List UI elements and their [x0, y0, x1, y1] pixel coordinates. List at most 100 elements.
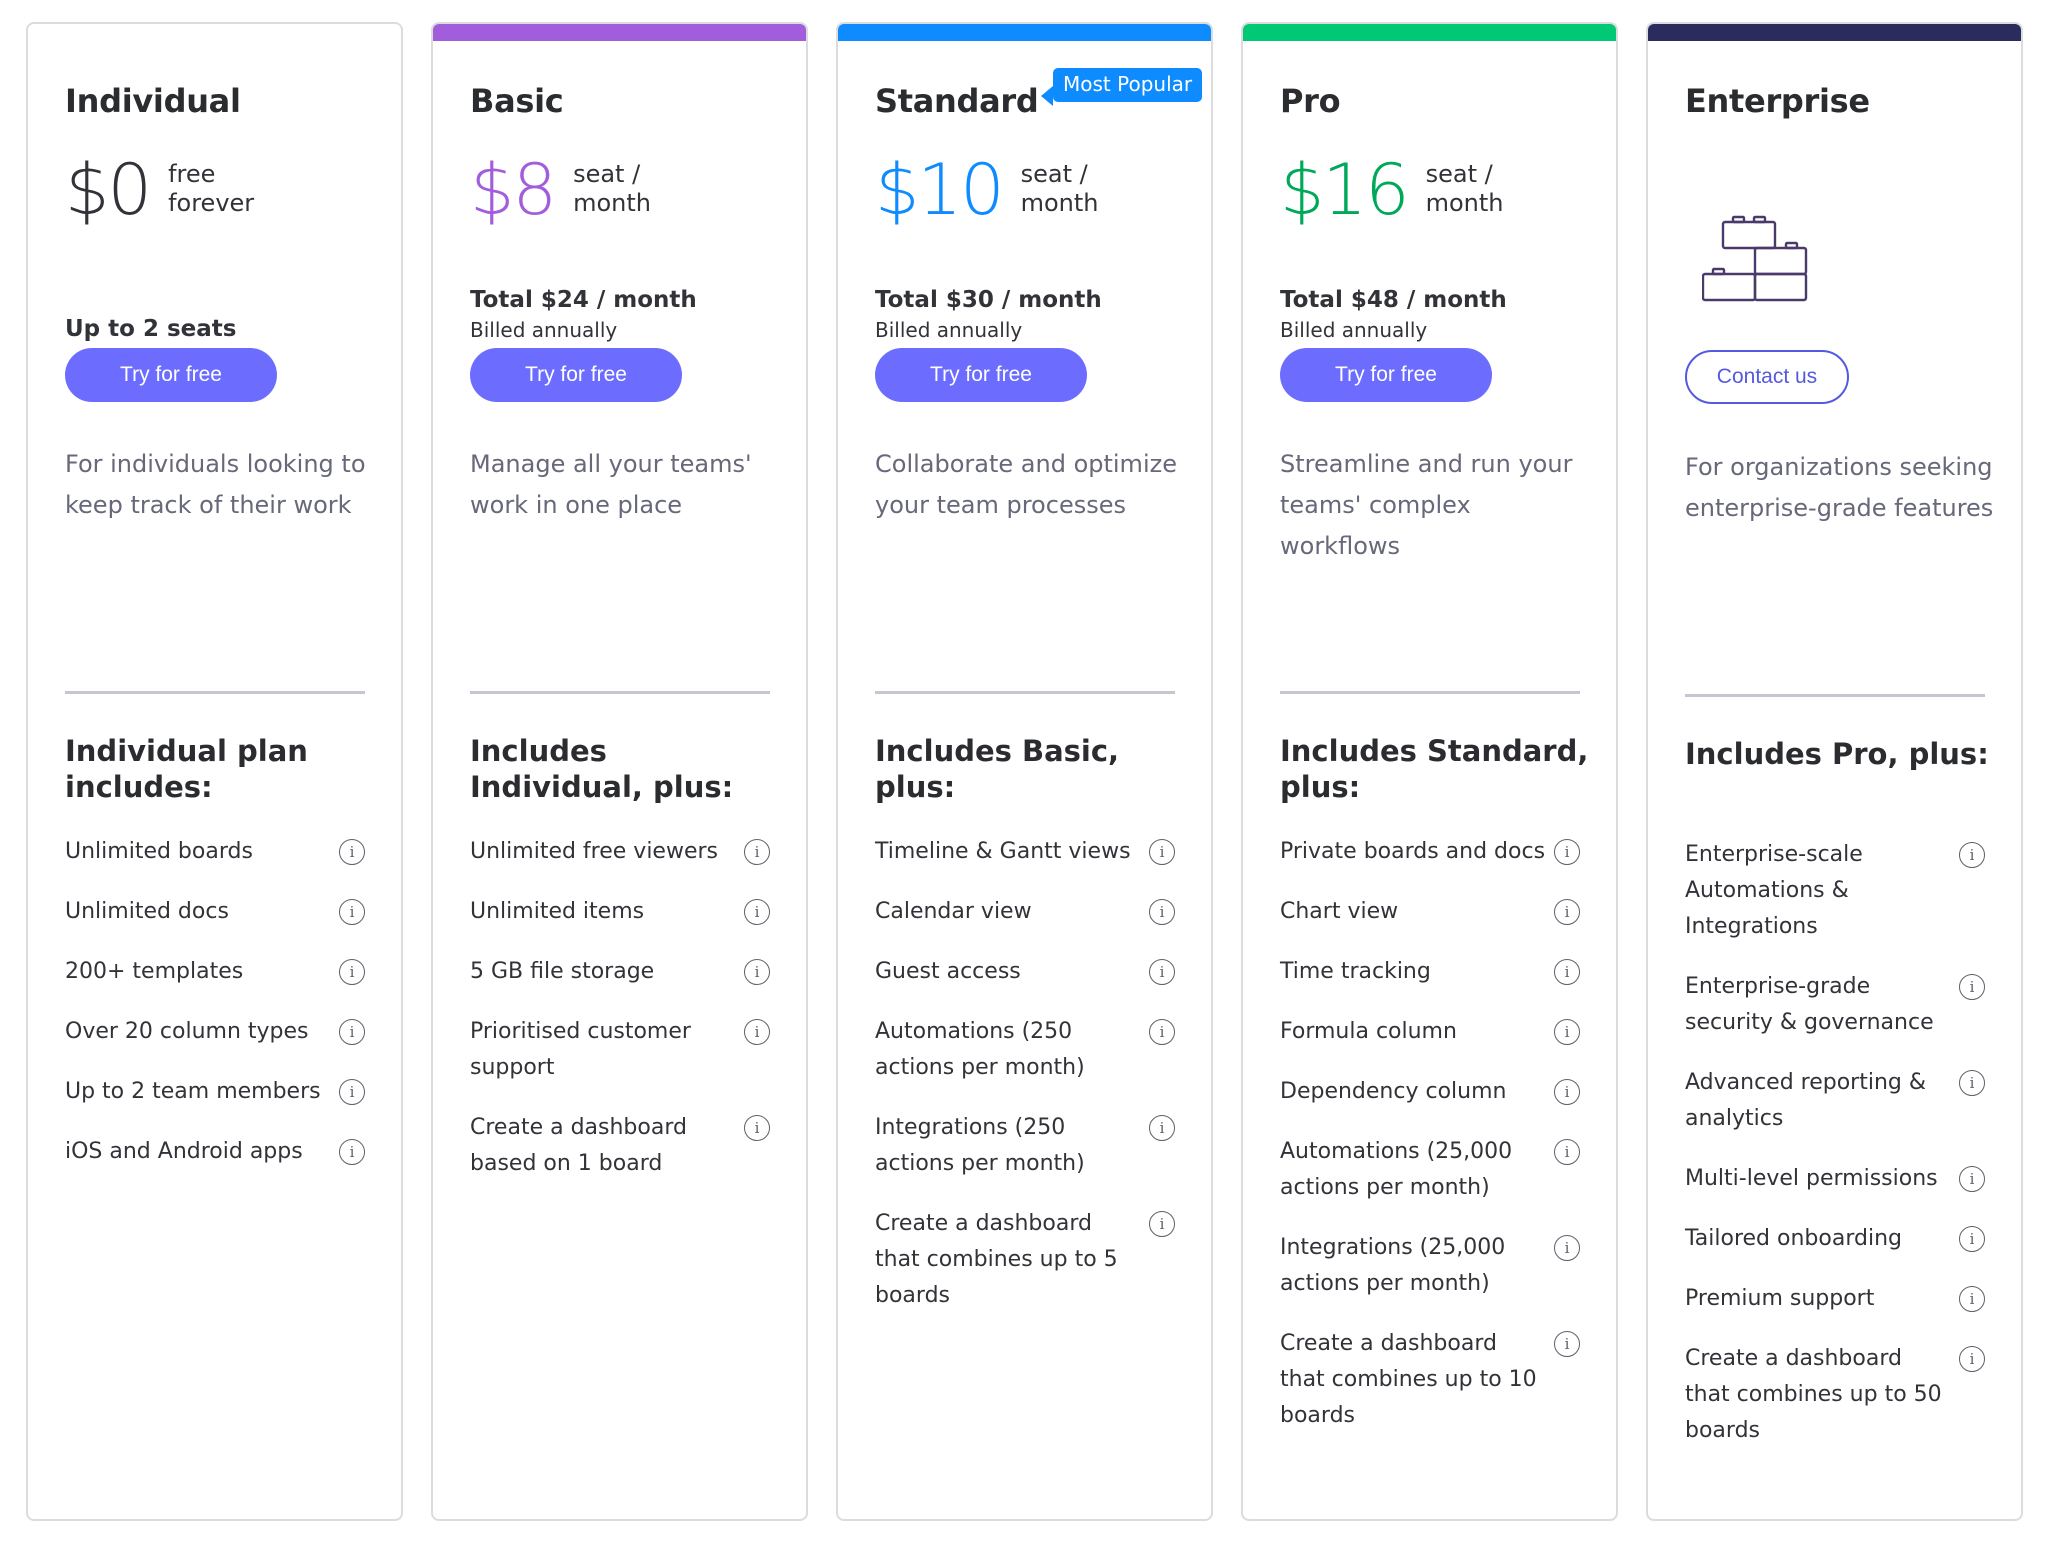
feature-item: Create a dashboard that combines up to 1… [1280, 1326, 1580, 1434]
includes-heading: Includes Pro, plus: [1685, 737, 1989, 771]
feature-list: Private boards and docs i Chart view i Time … [1280, 834, 1580, 1458]
info-icon[interactable]: i [1554, 959, 1580, 985]
info-icon[interactable]: i [1959, 1346, 1985, 1372]
plan-title: Enterprise [1685, 82, 1870, 120]
feature-label: Automations (250 actions per month) [875, 1019, 1085, 1080]
info-icon[interactable]: i [744, 1115, 770, 1141]
contact-us-button[interactable]: Contact us [1685, 350, 1849, 404]
plan-price: $8 [470, 149, 557, 231]
info-icon[interactable]: i [1554, 839, 1580, 865]
price-unit: seat / month [1020, 160, 1099, 217]
feature-label: Formula column [1280, 1019, 1457, 1044]
most-popular-badge: Most Popular [1040, 68, 1203, 106]
includes-heading: Includes Standard, plus: [1280, 734, 1589, 804]
feature-label: Enterprise-scale Automations & Integrati… [1685, 842, 1863, 939]
plan-description: For organizations seeking enterprise-gra… [1685, 453, 1994, 522]
info-icon[interactable]: i [1554, 1235, 1580, 1261]
feature-label: Create a dashboard based on 1 board [470, 1115, 687, 1176]
feature-item: Up to 2 team members i [65, 1074, 365, 1110]
feature-item: Enterprise-grade security & governance i [1685, 969, 1985, 1041]
info-icon[interactable]: i [1554, 1079, 1580, 1105]
info-icon[interactable]: i [1959, 1166, 1985, 1192]
feature-label: Create a dashboard that combines up to 1… [1280, 1331, 1537, 1428]
feature-list: Unlimited boards i Unlimited docs i 200+ tem… [65, 834, 365, 1194]
plan-title: Pro [1280, 82, 1341, 120]
plan-color-bar [1648, 24, 2021, 41]
info-icon[interactable]: i [1959, 1226, 1985, 1252]
feature-item: Unlimited free viewers i [470, 834, 770, 870]
plan-color-bar [1243, 24, 1616, 41]
feature-item: Automations (25,000 actions per month) i [1280, 1134, 1580, 1206]
feature-list: Unlimited free viewers i Unlimited items i 5… [470, 834, 770, 1206]
feature-label: Unlimited boards [65, 839, 253, 864]
feature-item: 5 GB file storage i [470, 954, 770, 990]
info-icon[interactable]: i [1149, 1211, 1175, 1237]
feature-label: Integrations (250 actions per month) [875, 1115, 1085, 1176]
plan-card-individual: Individual $0 free forever Up to 2 seats… [26, 22, 403, 1521]
info-icon[interactable]: i [1554, 1139, 1580, 1165]
plan-color-bar [838, 24, 1211, 41]
info-icon[interactable]: i [339, 1079, 365, 1105]
info-icon[interactable]: i [1149, 899, 1175, 925]
divider [65, 691, 365, 694]
feature-item: Tailored onboarding i [1685, 1221, 1985, 1257]
pricing-cards: Individual $0 free forever Up to 2 seats… [26, 22, 2023, 1521]
feature-label: Private boards and docs [1280, 839, 1546, 864]
info-icon[interactable]: i [1554, 1331, 1580, 1357]
info-icon[interactable]: i [744, 959, 770, 985]
info-icon[interactable]: i [339, 959, 365, 985]
feature-label: Create a dashboard that combines up to 5… [875, 1211, 1118, 1308]
info-icon[interactable]: i [1959, 1070, 1985, 1096]
info-icon[interactable]: i [1554, 1019, 1580, 1045]
price-unit: free forever [168, 160, 255, 217]
feature-label: Calendar view [875, 899, 1032, 924]
try-for-free-button[interactable]: Try for free [1280, 348, 1492, 402]
price-unit: seat / month [1425, 160, 1504, 217]
info-icon[interactable]: i [1554, 899, 1580, 925]
info-icon[interactable]: i [744, 839, 770, 865]
feature-label: Chart view [1280, 899, 1399, 924]
info-icon[interactable]: i [1959, 842, 1985, 868]
plan-title: Individual [65, 82, 241, 120]
info-icon[interactable]: i [744, 899, 770, 925]
price-row: $16 seat / month [1280, 148, 1504, 232]
divider [1685, 694, 1985, 697]
info-icon[interactable]: i [339, 899, 365, 925]
info-icon[interactable]: i [339, 1019, 365, 1045]
feature-item: Unlimited boards i [65, 834, 365, 870]
try-for-free-button[interactable]: Try for free [65, 348, 277, 402]
feature-label: Dependency column [1280, 1079, 1507, 1104]
feature-item: Integrations (25,000 actions per month) i [1280, 1230, 1580, 1302]
price-row: $10 seat / month [875, 148, 1099, 232]
feature-item: Create a dashboard based on 1 board i [470, 1110, 770, 1182]
try-for-free-button[interactable]: Try for free [875, 348, 1087, 402]
feature-item: Prioritised customer support i [470, 1014, 770, 1086]
info-icon[interactable]: i [1149, 1019, 1175, 1045]
building-blocks-icon [1702, 215, 1808, 302]
plan-title: Standard [875, 82, 1039, 120]
billing-period: Billed annually [875, 318, 1023, 342]
total-price: Total $30 / month [875, 287, 1102, 313]
plan-description: Collaborate and optimize your team proce… [875, 450, 1177, 519]
feature-item: Time tracking i [1280, 954, 1580, 990]
feature-item: Unlimited items i [470, 894, 770, 930]
try-for-free-button[interactable]: Try for free [470, 348, 682, 402]
feature-label: Over 20 column types [65, 1019, 309, 1044]
total-price: Total $48 / month [1280, 287, 1507, 313]
divider [875, 691, 1175, 694]
info-icon[interactable]: i [1149, 1115, 1175, 1141]
feature-item: Premium support i [1685, 1281, 1985, 1317]
info-icon[interactable]: i [339, 1139, 365, 1165]
info-icon[interactable]: i [744, 1019, 770, 1045]
info-icon[interactable]: i [1149, 959, 1175, 985]
plan-color-bar [433, 24, 806, 41]
info-icon[interactable]: i [1959, 1286, 1985, 1312]
feature-item: Multi-level permissions i [1685, 1161, 1985, 1197]
info-icon[interactable]: i [1149, 839, 1175, 865]
info-icon[interactable]: i [1959, 974, 1985, 1000]
plan-title: Basic [470, 82, 564, 120]
plan-card-basic: Basic $8 seat / month Total $24 / month … [431, 22, 808, 1521]
feature-label: iOS and Android apps [65, 1139, 303, 1164]
feature-item: Over 20 column types i [65, 1014, 365, 1050]
info-icon[interactable]: i [339, 839, 365, 865]
